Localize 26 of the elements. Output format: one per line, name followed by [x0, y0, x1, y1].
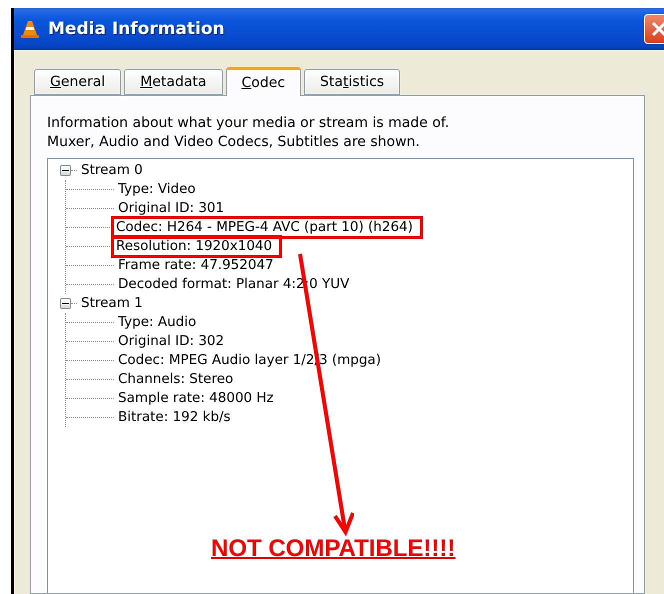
minus-icon	[62, 167, 69, 174]
tree-item[interactable]: Sample rate: 48000 Hz	[116, 389, 276, 408]
annotation-text: NOT COMPATIBLE!!!!	[211, 535, 456, 563]
tab[interactable]: Codec	[226, 67, 302, 96]
tree-item[interactable]: Stream 0	[79, 161, 145, 180]
tree-item[interactable]: Type: Audio	[116, 313, 198, 332]
tree-item[interactable]: Frame rate: 47.952047	[116, 256, 276, 275]
minus-icon	[62, 300, 69, 307]
description-text: Muxer, Audio and Video Codecs, Subtitles are shown.	[47, 133, 421, 152]
tab[interactable]: Metadata	[124, 69, 222, 95]
window-title: Media Information	[48, 19, 226, 39]
tree-item[interactable]: Original ID: 301	[116, 199, 226, 218]
tree-item[interactable]: Bitrate: 192 kb/s	[116, 408, 233, 427]
collapse-toggle[interactable]	[60, 298, 71, 309]
tree-item[interactable]: Resolution: 1920x1040	[113, 237, 280, 256]
description-text: Information about what your media or stream is made of.	[47, 114, 450, 133]
tree-item[interactable]: Type: Video	[116, 180, 198, 199]
tree-item[interactable]: Original ID: 302	[116, 332, 226, 351]
tree-item[interactable]: Stream 1	[79, 294, 145, 313]
collapse-toggle[interactable]	[60, 165, 71, 176]
tree-item[interactable]: Channels: Stereo	[116, 370, 236, 389]
tab[interactable]: Statistics	[304, 69, 400, 95]
traffic-cone-icon	[20, 19, 40, 39]
close-icon	[651, 21, 664, 37]
tree-item[interactable]: Codec: H264 - MPEG-4 AVC (part 10) (h264)	[113, 218, 421, 237]
tab[interactable]: General	[34, 69, 122, 95]
